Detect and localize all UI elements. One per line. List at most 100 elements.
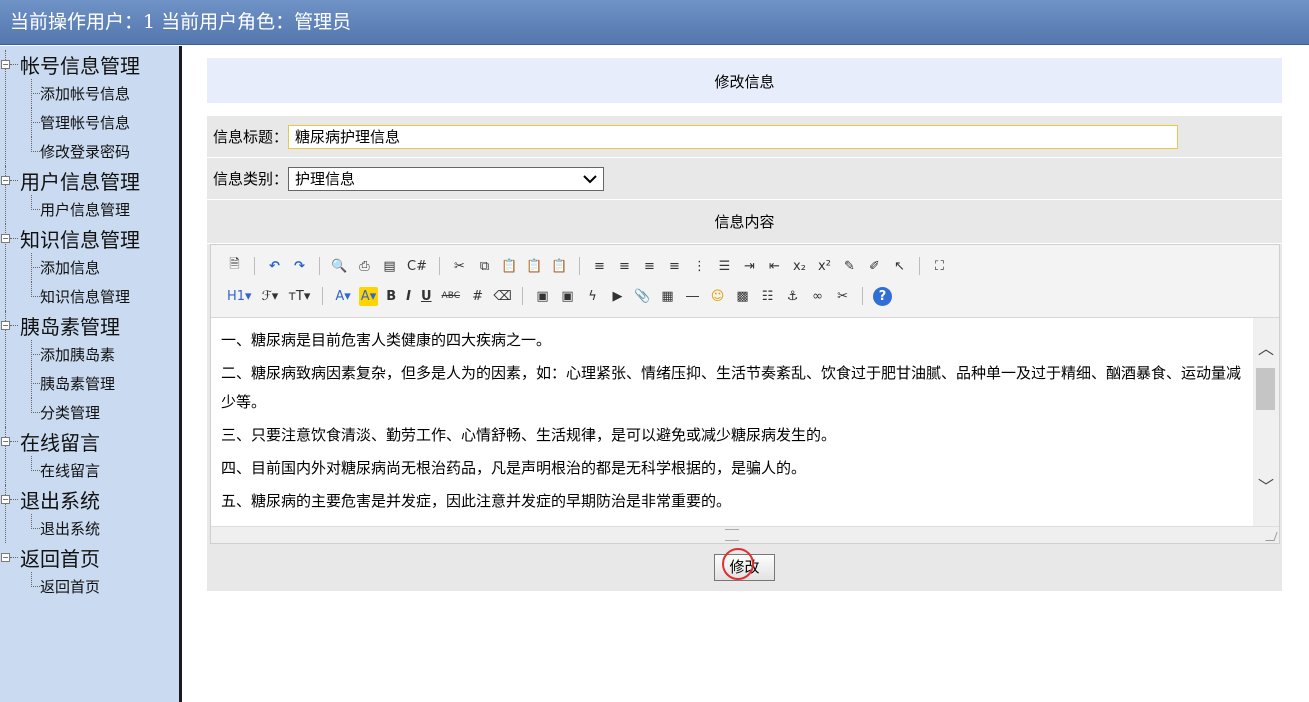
submit-button[interactable]: 修改 [714,554,775,581]
nav-item-label[interactable]: 用户信息管理 [26,199,130,220]
justify-icon[interactable]: ≡ [665,257,684,276]
collapse-icon[interactable]: − [1,495,10,504]
map-icon[interactable]: ▩ [733,287,752,306]
scroll-down-icon[interactable]: ﹀ [1253,476,1279,498]
editor-paragraph[interactable]: 三、只要注意饮食清淡、勤劳工作、心情舒畅、生活规律，是可以避免或减少糖尿病发生的… [221,421,1247,450]
nav-item[interactable]: 返回首页 [0,572,179,601]
editor-paragraph[interactable]: 一、糖尿病是目前危害人类健康的四大疾病之一。 [221,326,1247,355]
paste-word-icon[interactable]: 📋 [550,257,569,276]
nav-item[interactable]: 分类管理 [0,398,179,427]
attachment-icon[interactable]: 📎 [633,287,652,306]
redo-icon[interactable]: ↷ [290,257,309,276]
nav-item[interactable]: 退出系统 [0,514,179,543]
nav-item-label[interactable]: 知识信息管理 [26,286,130,307]
nav-group-header[interactable]: − 退出系统 [0,485,179,514]
toolbar-row-2: H1▾ ℱ▾ тT▾ A▾ A▾ B I U ABC # ⌫ ▣ ▣ ϟ ▶ 📎 ▦ ― ☺ ▩ ☷ ⚓ ∞ ✂? [225,281,1279,311]
italic-icon[interactable]: I [404,287,413,306]
nav-group-header[interactable]: − 返回首页 [0,543,179,572]
underline-icon[interactable]: U [419,287,434,306]
pointer-icon[interactable]: ↖ [890,257,909,276]
align-right-icon[interactable]: ≡ [640,257,659,276]
resize-grip-icon[interactable] [725,529,739,541]
nav-group-header[interactable]: − 在线留言 [0,427,179,456]
outdent-icon[interactable]: ⇤ [765,257,784,276]
flash-icon[interactable]: ϟ [583,287,602,306]
nav-item[interactable]: 在线留言 [0,456,179,485]
scroll-thumb[interactable] [1256,368,1275,410]
resize-corner-icon[interactable] [1265,532,1278,541]
font-size-icon[interactable]: тT▾ [286,287,312,306]
code-icon[interactable]: C# [405,257,429,276]
copy-icon[interactable]: ⧉ [475,257,494,276]
cut-icon[interactable]: ✂ [450,257,469,276]
ordered-list-icon[interactable]: ⋮ [690,257,709,276]
nav-item-label[interactable]: 管理帐号信息 [26,112,130,133]
hr-icon[interactable]: ― [683,287,702,306]
nav-item-label[interactable]: 添加帐号信息 [26,83,130,104]
paste-text-icon[interactable]: 📋 [525,257,544,276]
eraser-icon[interactable]: ⌫ [493,287,512,306]
highlight-icon[interactable]: A▾ [358,286,379,306]
editor-paragraph[interactable]: 五、糖尿病的主要危害是并发症，因此注意并发症的早期防治是非常重要的。 [221,487,1247,516]
nav-item[interactable]: 添加胰岛素 [0,340,179,369]
editor-resize-bar[interactable] [211,526,1279,543]
nav-item[interactable]: 知识信息管理 [0,282,179,311]
nav-item[interactable]: 用户信息管理 [0,195,179,224]
editor-content-area[interactable]: 一、糖尿病是目前危害人类健康的四大疾病之一。二、糖尿病致病因素复杂，但多是人为的… [211,318,1279,526]
multi-image-icon[interactable]: ▣ [558,287,577,306]
title-input[interactable] [288,124,1179,149]
source-icon[interactable]: 🗎 [225,257,244,276]
superscript-icon[interactable]: x² [815,257,834,276]
preview-icon[interactable]: 🔍 [330,257,349,276]
nav-item-label[interactable]: 修改登录密码 [26,141,130,162]
editor-scrollbar[interactable]: ︿ ﹀ [1253,318,1279,526]
anchor-icon[interactable]: ⚓ [783,287,802,306]
link-icon[interactable]: ∞ [808,287,827,306]
clear-format-icon[interactable]: ✎ [840,257,859,276]
media-icon[interactable]: ▶ [608,287,627,306]
template-icon[interactable]: ▤ [380,257,399,276]
table-icon[interactable]: ▦ [658,287,677,306]
nav-group-header[interactable]: − 胰岛素管理 [0,311,179,340]
nav-item[interactable]: 管理帐号信息 [0,108,179,137]
nav-group-header[interactable]: − 知识信息管理 [0,224,179,253]
collapse-icon[interactable]: − [1,437,10,446]
paste-icon[interactable]: 📋 [500,257,519,276]
editor-paragraph[interactable]: 四、目前国内外对糖尿病尚无根治药品，凡是声明根治的都是无科学根据的，是骗人的。 [221,454,1247,483]
nav-group-header[interactable]: − 用户信息管理 [0,166,179,195]
nav-item[interactable]: 添加信息 [0,253,179,282]
align-center-icon[interactable]: ≡ [615,257,634,276]
nav-item[interactable]: 添加帐号信息 [0,79,179,108]
font-color-icon[interactable]: A▾ [333,287,352,306]
image-icon[interactable]: ▣ [533,287,552,306]
collapse-icon[interactable]: − [1,60,10,69]
undo-icon[interactable]: ↶ [265,257,284,276]
line-height-icon[interactable]: # [468,287,487,306]
font-family-icon[interactable]: ℱ▾ [260,287,281,306]
collapse-icon[interactable]: − [1,234,10,243]
collapse-icon[interactable]: − [1,553,10,562]
unlink-icon[interactable]: ✂ [833,287,852,306]
subscript-icon[interactable]: x₂ [790,257,809,276]
print-icon[interactable]: ⎙ [355,257,374,276]
indent-icon[interactable]: ⇥ [740,257,759,276]
pagebreak-icon[interactable]: ☷ [758,287,777,306]
nav-group-header[interactable]: − 帐号信息管理 [0,50,179,79]
help-icon[interactable]: ? [873,286,893,306]
bold-icon[interactable]: B [384,287,398,306]
align-left-icon[interactable]: ≡ [590,257,609,276]
strikethrough-icon[interactable]: ABC [440,287,462,306]
nav-item[interactable]: 修改登录密码 [0,137,179,166]
collapse-icon[interactable]: − [1,176,10,185]
scroll-up-icon[interactable]: ︿ [1253,338,1279,360]
unordered-list-icon[interactable]: ☰ [715,257,734,276]
nav-item[interactable]: 胰岛素管理 [0,369,179,398]
collapse-icon[interactable]: − [1,321,10,330]
editor-paragraph[interactable]: 二、糖尿病致病因素复杂，但多是人为的因素，如：心理紧张、情绪压抑、生活节奏紊乱、… [221,359,1247,417]
emoticon-icon[interactable]: ☺ [708,287,727,306]
category-select[interactable]: 护理信息 [288,166,605,191]
fullscreen-icon[interactable]: ⛶ [930,257,949,276]
select-all-icon[interactable]: ✐ [865,257,884,276]
heading-icon[interactable]: H1▾ [225,287,254,306]
editor-text[interactable]: 一、糖尿病是目前危害人类健康的四大疾病之一。二、糖尿病致病因素复杂，但多是人为的… [221,326,1247,520]
